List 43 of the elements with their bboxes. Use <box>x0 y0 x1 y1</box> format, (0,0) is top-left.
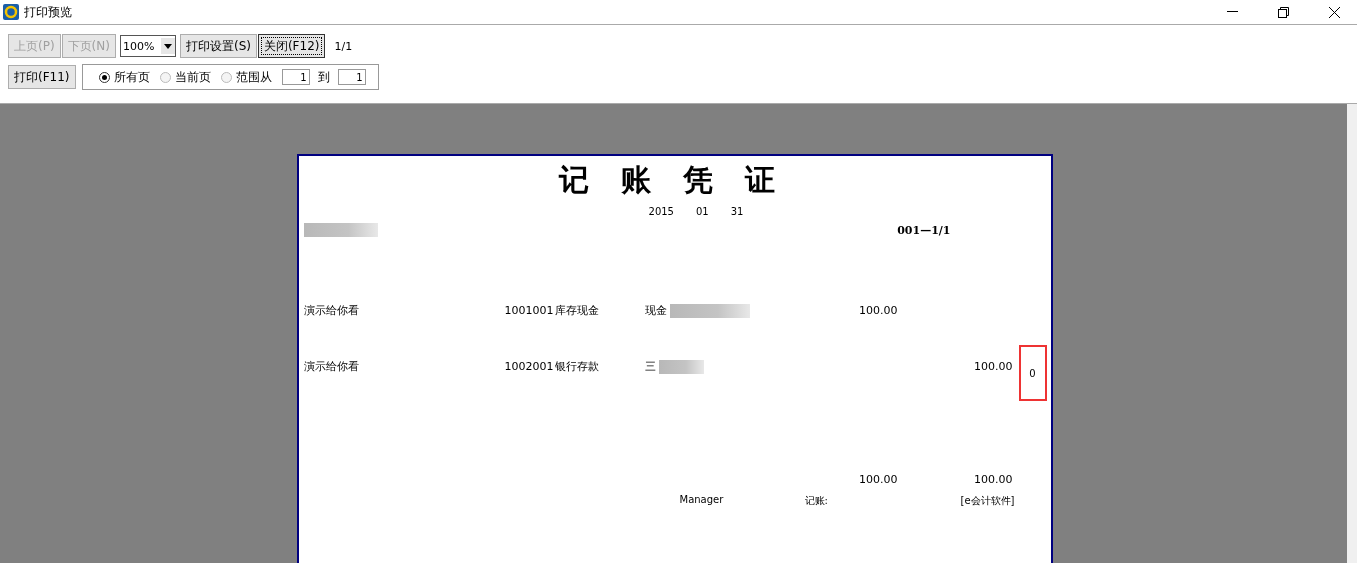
voucher-date: 31 <box>730 206 744 217</box>
scrollbar[interactable] <box>1347 104 1357 563</box>
range-from-field[interactable]: 1 <box>281 69 310 85</box>
minimize-icon <box>1226 11 1238 13</box>
range-radio[interactable]: 当前页 <box>159 68 211 86</box>
entry-description: 演示给你看 <box>303 302 360 318</box>
voucher-title-char: 记 <box>559 161 589 199</box>
account-code: 1002001 <box>504 359 555 373</box>
dropdown-icon <box>160 38 175 54</box>
debit-amount: 100.00 <box>858 303 898 317</box>
toolbar-button[interactable]: 打印设置(S) <box>179 34 257 58</box>
range-to-field[interactable]: 1 <box>337 69 366 85</box>
entry-summary: 现金 <box>644 303 667 317</box>
bookkeeper-label: 记账: <box>804 494 829 508</box>
debit-total: 100.00 <box>858 473 898 486</box>
voucher-number: 001—1/1 <box>897 223 951 237</box>
voucher-title-char: 凭 <box>683 161 713 199</box>
account-name: 库存现金 <box>554 302 600 318</box>
software-name: [e会计软件] <box>959 494 1015 508</box>
maker-name: Manager <box>679 494 725 507</box>
account-code: 1001001 <box>504 303 555 317</box>
print-button[interactable]: 打印(F11) <box>8 65 76 89</box>
page-count: 1/1 <box>334 39 353 53</box>
voucher-date: 01 <box>696 206 709 217</box>
range-radio[interactable]: 所有页 <box>98 68 150 86</box>
credit-amount: 100.00 <box>973 359 1013 373</box>
range-to-label: 到 <box>317 68 330 86</box>
voucher-title-char: 证 <box>745 161 775 199</box>
app-logo-icon <box>3 4 19 20</box>
close-icon <box>1328 6 1340 18</box>
voucher-date: 2015 <box>648 206 674 217</box>
zoom-dropdown[interactable]: 100% <box>119 35 176 57</box>
account-name: 银行存款 <box>554 358 600 374</box>
window-title: 打印预览 <box>24 3 73 21</box>
highlighted-value: 0 <box>1018 345 1047 401</box>
toolbar-button[interactable]: 关闭(F12) <box>257 34 326 58</box>
range-radio[interactable]: 范围从 <box>220 68 272 86</box>
entry-summary: 三 <box>644 359 656 373</box>
restore-icon <box>1277 6 1289 18</box>
entry-description: 演示给你看 <box>303 358 360 374</box>
blurred-mark <box>658 359 704 374</box>
voucher-title-char: 账 <box>621 161 651 199</box>
credit-total: 100.00 <box>973 473 1013 486</box>
